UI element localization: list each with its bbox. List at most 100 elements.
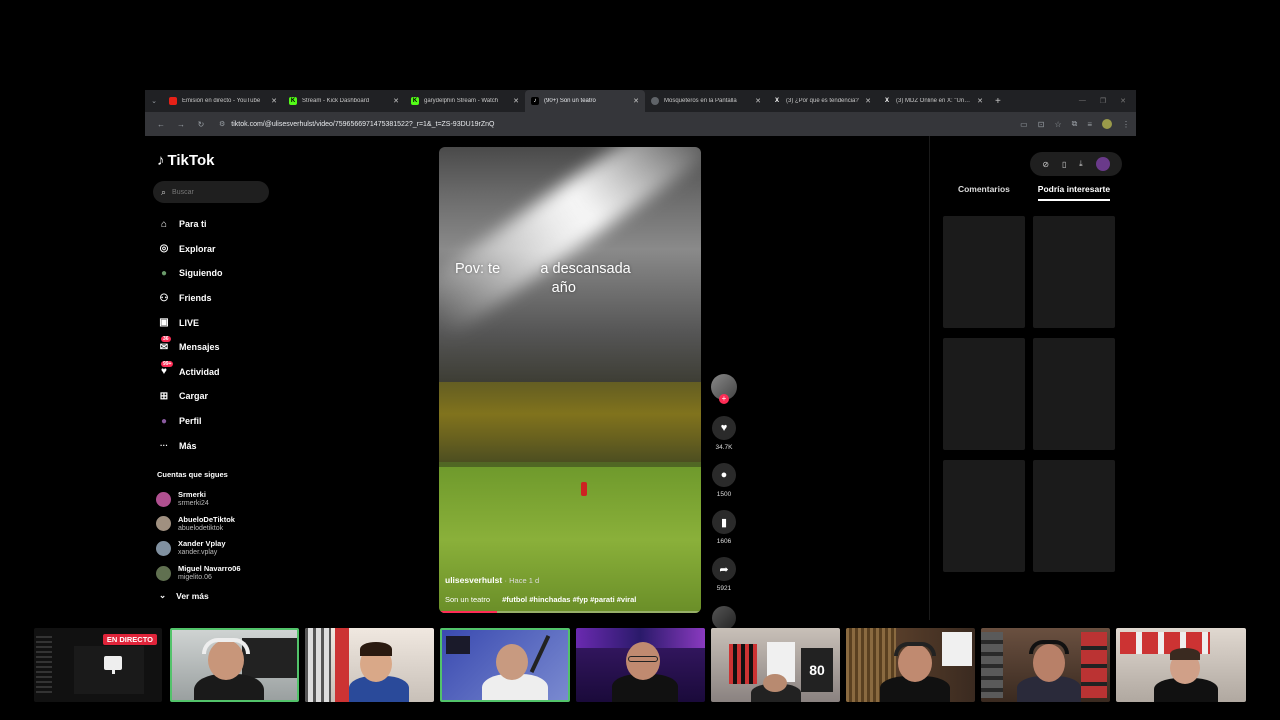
following-item[interactable]: Miguel Navarro06 migelito.06 — [156, 561, 241, 586]
recommendation-thumbnail[interactable] — [1033, 216, 1115, 328]
following-item[interactable]: Xander Vplay xander.vplay — [156, 536, 241, 561]
reload-icon[interactable]: ↻ — [191, 120, 211, 129]
kick-icon: K — [289, 97, 297, 105]
like-action[interactable]: ♥ 34.7K — [709, 416, 739, 451]
more-icon: ··· — [160, 441, 168, 451]
comment-action[interactable]: ● 1500 — [709, 463, 739, 498]
sidebar-item-mensajes[interactable]: ✉ 36 Mensajes — [157, 335, 277, 360]
tab-x-mdz[interactable]: X (3) MDZ Online en X: "Un tikt ✕ — [877, 90, 989, 112]
webcam-tile[interactable]: EN DIRECTO — [34, 628, 162, 702]
site-info-icon[interactable]: ⚙ — [219, 120, 225, 128]
see-more-label: Ver más — [176, 590, 209, 601]
webcam-tile-selected[interactable] — [170, 628, 299, 702]
heart-icon[interactable]: ♥ — [712, 416, 736, 440]
tab-kick-dashboard[interactable]: K Stream - Kick Dashboard ✕ — [283, 90, 405, 112]
webcam-tile[interactable] — [981, 628, 1110, 702]
recommendation-thumbnail[interactable] — [943, 338, 1025, 450]
tab-kick-watch[interactable]: K garydelphin Stream - Watch ✕ — [405, 90, 525, 112]
close-window-icon[interactable]: ✕ — [1120, 97, 1126, 105]
save-action[interactable]: ▮ 1606 — [709, 510, 739, 545]
close-icon[interactable]: ✕ — [271, 97, 277, 105]
tab-tiktok[interactable]: ♪ (90+) Son un teatro ✕ — [525, 90, 645, 112]
menu-dots-icon[interactable]: ⋮ — [1122, 120, 1130, 129]
new-tab-button[interactable]: + — [995, 96, 1001, 107]
post-time: · Hace 1 d — [504, 576, 540, 585]
close-icon[interactable]: ✕ — [977, 97, 983, 105]
tab-mosqueteros[interactable]: Mosqueteros en la Pantalla ✕ — [645, 90, 767, 112]
recommendation-thumbnail[interactable] — [1033, 460, 1115, 572]
profile-avatar[interactable] — [1102, 119, 1112, 129]
close-icon[interactable]: ✕ — [393, 97, 399, 105]
webcam-tile[interactable] — [846, 628, 975, 702]
sidebar-item-siguiendo[interactable]: ● Siguiendo — [157, 261, 277, 286]
caption-hashtags[interactable]: #futbol #hinchadas #fyp #parati #viral — [502, 595, 636, 604]
sidebar-item-friends[interactable]: ⚇ Friends — [157, 286, 277, 311]
sidebar-item-actividad[interactable]: ♥ 99+ Actividad — [157, 360, 277, 385]
kick-icon: K — [411, 97, 419, 105]
screen: ⌄ Emisión en directo - YouTube ✕ K Strea… — [0, 0, 1280, 720]
overlay-line: año — [455, 280, 576, 296]
close-icon[interactable]: ✕ — [755, 97, 761, 105]
minimize-icon[interactable]: — — [1079, 97, 1086, 105]
comment-icon[interactable]: ● — [712, 463, 736, 487]
forward-icon[interactable]: → — [171, 120, 191, 129]
recommendation-thumbnail[interactable] — [943, 216, 1025, 328]
webcam-tile-selected[interactable] — [440, 628, 570, 702]
close-icon[interactable]: ✕ — [513, 97, 519, 105]
streamer-hair — [360, 642, 392, 656]
screen-preview — [36, 636, 52, 696]
avatar — [156, 540, 171, 556]
tab-youtube[interactable]: Emisión en directo - YouTube ✕ — [163, 90, 283, 112]
tab-comentarios[interactable]: Comentarios — [958, 184, 1010, 201]
compass-tool-icon[interactable]: ⊘ — [1042, 160, 1049, 169]
sidebar-item-para-ti[interactable]: ⌂ Para ti — [157, 212, 277, 237]
sidebar-item-live[interactable]: ▣ LIVE — [157, 310, 277, 335]
sidebar-item-mas[interactable]: ··· Más — [157, 433, 277, 458]
sidebar-item-label: Explorar — [179, 243, 216, 254]
tab-x-tendencia[interactable]: X (3) ¿Por qué es tendencia? ✕ — [767, 90, 877, 112]
tab-search-icon[interactable]: ⌄ — [145, 90, 163, 112]
user-avatar[interactable] — [1095, 157, 1110, 171]
sidebar-item-cargar[interactable]: ⊞ Cargar — [157, 384, 277, 409]
close-icon[interactable]: ✕ — [633, 97, 639, 105]
background-curtain — [335, 628, 349, 702]
tab-label: (90+) Son un teatro — [544, 98, 596, 104]
see-more-link[interactable]: ⌄ Ver más — [159, 590, 209, 601]
video-player[interactable]: Pov: te a descansada año ulisesverhulst … — [439, 147, 701, 613]
following-item[interactable]: AbueloDeTiktok abuelodetiktok — [156, 512, 241, 537]
translate-icon[interactable]: ⊡ — [1038, 120, 1045, 129]
media-icon[interactable]: ≡ — [1087, 120, 1092, 129]
bookmark-icon[interactable]: ▮ — [712, 510, 736, 534]
share-count: 5921 — [716, 585, 732, 592]
follow-plus-icon[interactable]: + — [719, 394, 729, 404]
share-action[interactable]: ➦ 5921 — [709, 557, 739, 592]
sidebar-item-explorar[interactable]: ◎ Explorar — [157, 237, 277, 262]
device-icon[interactable]: ▯ — [1062, 160, 1066, 169]
url-field[interactable]: ⚙ tiktok.com/@ulisesverhulst/video/75965… — [219, 120, 1020, 129]
profile-icon: ● — [160, 415, 168, 427]
following-item[interactable]: Srmerki srmerki24 — [156, 487, 241, 512]
video-author[interactable]: ulisesverhulst · Hace 1 d — [445, 575, 539, 585]
recommendation-thumbnail[interactable] — [943, 460, 1025, 572]
webcam-tile[interactable] — [305, 628, 434, 702]
bookmark-star-icon[interactable]: ☆ — [1054, 120, 1061, 129]
friends-icon: ⚇ — [159, 292, 169, 304]
recommendation-thumbnail[interactable] — [1033, 338, 1115, 450]
maximize-icon[interactable]: ❐ — [1100, 97, 1106, 105]
share-icon[interactable]: ➦ — [712, 557, 736, 581]
creator-avatar[interactable]: + — [711, 374, 737, 404]
download-icon[interactable]: ⤓ — [1079, 159, 1083, 169]
close-icon[interactable]: ✕ — [865, 97, 871, 105]
webcam-tile[interactable] — [576, 628, 705, 702]
extensions-icon[interactable]: ⧉ — [1072, 119, 1078, 129]
tab-podria-interesarte[interactable]: Podría interesarte — [1037, 184, 1111, 201]
search-input[interactable]: ⌕ Buscar — [153, 181, 269, 203]
sidebar-item-perfil[interactable]: ● Perfil — [157, 409, 277, 434]
sidebar-item-label: Friends — [179, 293, 212, 304]
webcam-tile[interactable] — [1116, 628, 1246, 702]
tiktok-logo[interactable]: ♪ TikTok — [157, 152, 214, 169]
back-icon[interactable]: ← — [151, 120, 171, 129]
install-icon[interactable]: ▭ — [1020, 120, 1028, 129]
webcam-tile[interactable]: 80 — [711, 628, 840, 702]
video-progress-bar[interactable] — [439, 611, 701, 613]
